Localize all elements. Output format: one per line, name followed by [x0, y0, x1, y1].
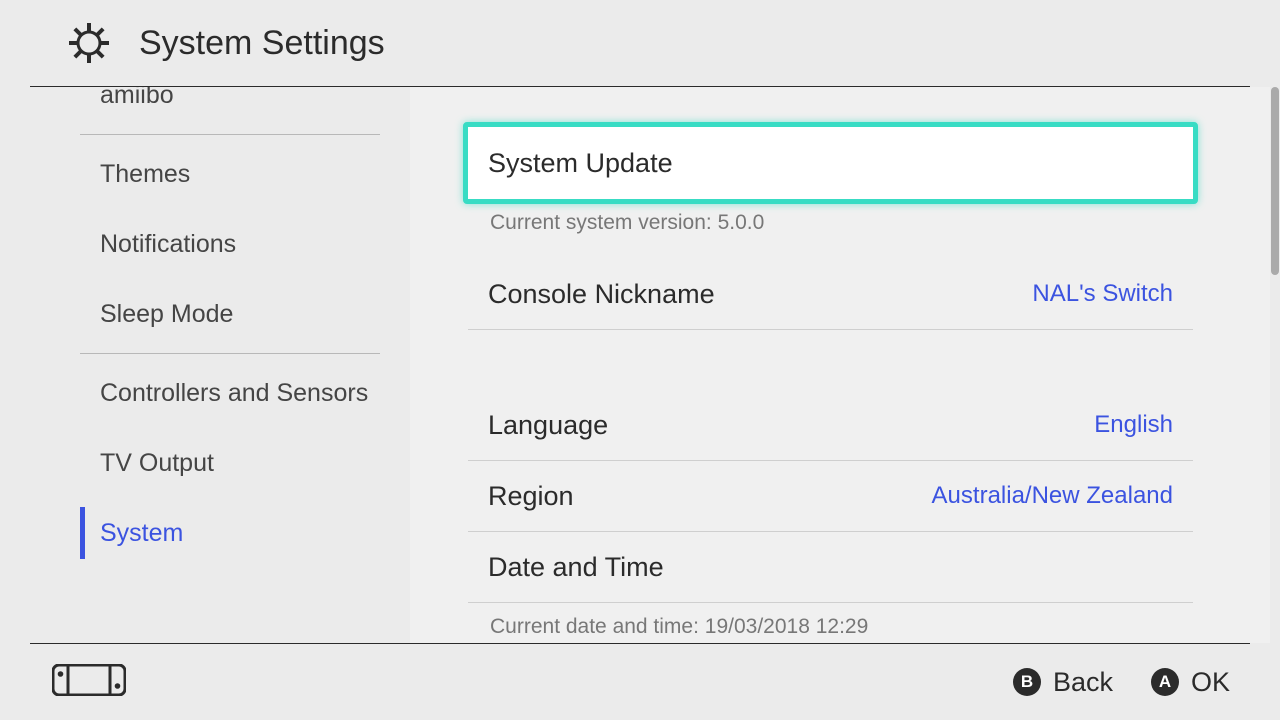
sidebar-item-notifications[interactable]: Notifications — [0, 209, 410, 279]
sidebar-item-label: System — [100, 519, 183, 548]
row-value: English — [1094, 411, 1173, 439]
sidebar-item-themes[interactable]: Themes — [0, 139, 410, 209]
sidebar-item-label: amiibo — [100, 87, 174, 110]
sidebar-item-sleep-mode[interactable]: Sleep Mode — [0, 279, 410, 349]
scrollbar-thumb[interactable] — [1271, 87, 1279, 275]
row-region[interactable]: Region Australia/New Zealand — [468, 461, 1193, 532]
row-label: Date and Time — [488, 552, 664, 583]
body: amiibo Themes Notifications Sleep Mode C… — [0, 87, 1280, 643]
hint-back[interactable]: B Back — [1013, 667, 1113, 698]
hint-ok[interactable]: A OK — [1151, 667, 1230, 698]
sidebar-item-label: Notifications — [100, 230, 236, 259]
header: System Settings — [30, 0, 1250, 87]
gear-icon — [65, 19, 113, 67]
sidebar-item-label: Controllers and Sensors — [100, 379, 368, 408]
row-date-time[interactable]: Date and Time — [468, 532, 1193, 603]
section-gap — [468, 330, 1193, 390]
system-update-info: Current system version: 5.0.0 — [468, 199, 1193, 259]
sidebar-item-label: Sleep Mode — [100, 300, 233, 329]
sidebar-item-tv-output[interactable]: TV Output — [0, 428, 410, 498]
b-button-icon: B — [1013, 668, 1041, 696]
hint-label: OK — [1191, 667, 1230, 698]
sidebar-item-label: TV Output — [100, 449, 214, 478]
a-button-icon: A — [1151, 668, 1179, 696]
footer: B Back A OK — [30, 643, 1250, 720]
sidebar: amiibo Themes Notifications Sleep Mode C… — [0, 87, 410, 643]
row-label: Console Nickname — [488, 279, 715, 310]
sidebar-item-controllers-sensors[interactable]: Controllers and Sensors — [0, 358, 410, 428]
scrollbar-track[interactable] — [1270, 87, 1280, 643]
sidebar-item-label: Themes — [100, 160, 190, 189]
sidebar-divider — [80, 353, 380, 354]
date-time-info: Current date and time: 19/03/2018 12:29 — [468, 603, 1193, 643]
row-value: NAL's Switch — [1032, 280, 1173, 308]
row-system-update[interactable]: System Update — [463, 122, 1198, 204]
footer-right: B Back A OK — [1013, 667, 1250, 698]
row-language[interactable]: Language English — [468, 390, 1193, 461]
sidebar-divider — [80, 134, 380, 135]
sidebar-item-amiibo[interactable]: amiibo — [0, 87, 410, 130]
sidebar-item-system[interactable]: System — [0, 498, 410, 568]
row-value: Australia/New Zealand — [932, 482, 1173, 510]
row-label: System Update — [488, 148, 673, 179]
row-console-nickname[interactable]: Console Nickname NAL's Switch — [468, 259, 1193, 330]
row-label: Language — [488, 410, 608, 441]
console-icon — [52, 683, 126, 700]
hint-label: Back — [1053, 667, 1113, 698]
page-title: System Settings — [139, 24, 385, 63]
row-label: Region — [488, 481, 574, 512]
footer-left — [30, 664, 126, 701]
content-panel: System Update Current system version: 5.… — [410, 87, 1280, 643]
